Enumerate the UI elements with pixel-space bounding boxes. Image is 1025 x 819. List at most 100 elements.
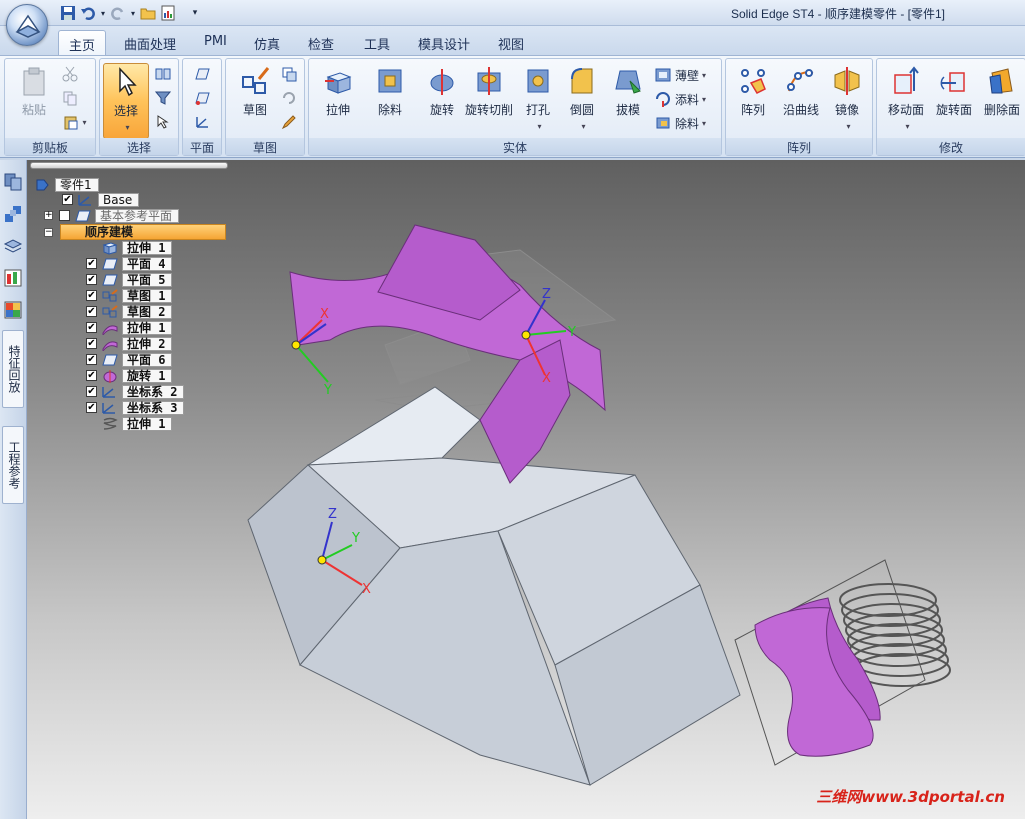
pattern-button[interactable]: 阵列 [728,63,778,133]
expand-icon[interactable]: + [44,211,53,220]
tree-item[interactable]: ✔ 草图 2 [86,304,173,319]
rotate-face-button[interactable]: 旋转面 [929,63,979,133]
filter-icon[interactable] [152,87,174,109]
paste-label: 粘贴 [21,103,46,117]
tab-pmi[interactable]: PMI [194,30,237,56]
ribbon-tabs: 主页 曲面处理 PMI 仿真 检查 工具 模具设计 视图 [0,26,1025,56]
visibility-checkbox[interactable] [59,210,70,221]
tree-item[interactable]: ✔ 坐标系 2 [86,384,185,399]
revolved-cutout-icon [477,67,501,95]
application-button[interactable] [6,4,48,46]
visibility-checkbox[interactable]: ✔ [62,194,73,205]
tab-surfacing[interactable]: 曲面处理 [114,30,186,56]
cutout-button[interactable]: 除料 [365,63,415,133]
tab-view[interactable]: 视图 [488,30,534,56]
visibility-checkbox[interactable]: ✔ [86,402,97,413]
tab-tools[interactable]: 工具 [354,30,400,56]
undo-icon[interactable] [78,3,98,23]
visibility-checkbox[interactable]: ✔ [86,322,97,333]
tree-item[interactable]: ✔ 旋转 1 [86,368,173,383]
tree-item-ref-planes[interactable]: + 基本参考平面 [44,208,180,223]
tab-simulation[interactable]: 仿真 [244,30,290,56]
stack-icon[interactable] [3,236,23,256]
group-plane: 平面 [182,58,222,156]
tree-item[interactable]: ✔ 拉伸 2 [86,336,173,351]
tree-item[interactable]: ✔ 平面 6 [86,352,173,367]
redo-dropdown-icon[interactable]: ▾ [128,3,138,23]
properties-icon[interactable] [158,3,178,23]
pathfinder-scrollbar[interactable] [30,162,228,169]
paste-special-icon[interactable]: ▾ [59,111,91,133]
paste-button[interactable]: 粘贴 [9,63,59,133]
select-tools-icon[interactable] [152,63,174,85]
parallel-plane-icon[interactable] [191,87,213,109]
tree-root[interactable]: 零件1 [34,177,99,192]
visibility-checkbox[interactable]: ✔ [86,370,97,381]
revolved-cutout-button[interactable]: 旋转切削 [457,63,521,133]
swept-surface-3[interactable] [479,339,571,484]
pathfinder-icon[interactable] [3,172,23,192]
round-button[interactable]: 倒圆 ▾ [557,63,607,133]
remove-button[interactable]: 除料 ▾ [655,113,706,133]
feature-playback-tab[interactable]: 特征回放 [2,330,24,408]
tree-item[interactable]: ✔ 平面 5 [86,272,173,287]
pattern-along-curve-button[interactable]: 沿曲线 [776,63,826,133]
visibility-checkbox[interactable]: ✔ [86,354,97,365]
visibility-checkbox[interactable]: ✔ [86,274,97,285]
graphics-viewport[interactable]: X Y Z Y X Z Y X [27,160,1025,819]
open-folder-icon[interactable] [138,3,158,23]
thin-wall-button[interactable]: 薄壁 ▾ [655,65,706,85]
tree-item[interactable]: ✔ 平面 4 [86,256,173,271]
tree-collapse-sequential[interactable]: − [44,225,59,240]
copy-icon[interactable] [59,87,81,109]
project-to-sketch-icon[interactable] [278,63,300,85]
visibility-checkbox[interactable]: ✔ [86,290,97,301]
tab-mold-design[interactable]: 模具设计 [408,30,480,56]
collapse-icon[interactable]: − [44,228,53,237]
select-manager-icon[interactable] [152,111,174,133]
model-scene[interactable]: X Y Z Y X Z Y X [27,160,1025,819]
visibility-checkbox[interactable]: ✔ [86,258,97,269]
customize-qat-icon[interactable]: ▾ [186,3,204,23]
tree-item-sequential-modeling[interactable]: 顺序建模 [60,224,226,240]
color-palette-icon[interactable] [3,300,23,320]
tree-item[interactable]: 拉伸 1 [86,240,173,255]
engineering-reference-tab[interactable]: 工程参考 [2,426,24,504]
tree-item[interactable]: ✔ 草图 1 [86,288,173,303]
solid-top-small-face[interactable] [307,386,481,466]
visibility-checkbox[interactable]: ✔ [86,306,97,317]
layers-icon[interactable] [3,204,23,224]
add-button[interactable]: 添料 ▾ [655,89,706,109]
cutout-icon [378,69,402,93]
visibility-checkbox[interactable]: ✔ [86,338,97,349]
save-icon[interactable] [58,3,78,23]
revolve-label: 旋转 [429,103,454,117]
tree-item-base[interactable]: ✔ Base [62,192,140,207]
redo-icon[interactable] [108,3,128,23]
tree-item[interactable]: 拉伸 1 [86,416,173,431]
hole-button[interactable]: 打孔 ▾ [513,63,563,133]
mirror-button[interactable]: 镜像 ▾ [822,63,872,133]
coordinate-system-icon[interactable] [191,111,213,133]
select-button[interactable]: 选择 ▾ [103,63,149,139]
sketch-button[interactable]: 草图 [230,63,280,133]
draft-button[interactable]: 拔模 [603,63,653,133]
move-face-button[interactable]: 移动面 ▾ [881,63,931,133]
sketch-pencil-icon[interactable] [278,111,300,133]
library-icon[interactable] [3,268,23,288]
sketch-transform-icon[interactable] [278,87,300,109]
undo-dropdown-icon[interactable]: ▾ [98,3,108,23]
tab-home[interactable]: 主页 [58,30,107,56]
visibility-checkbox[interactable]: ✔ [86,386,97,397]
tree-item[interactable]: ✔ 拉伸 1 [86,320,173,335]
tree-item-label: Base [98,192,140,207]
cut-icon[interactable] [59,63,81,85]
move-face-icon [894,66,919,94]
extrude-button[interactable]: 拉伸 [313,63,363,133]
delete-face-button[interactable]: 删除面 [977,63,1025,133]
extruded-surface-icon [102,324,118,335]
tree-item[interactable]: ✔ 坐标系 3 [86,400,185,415]
tab-inspect[interactable]: 检查 [298,30,344,56]
window-title: Solid Edge ST4 - 顺序建模零件 - [零件1] [730,7,945,21]
coincident-plane-icon[interactable] [191,63,213,85]
